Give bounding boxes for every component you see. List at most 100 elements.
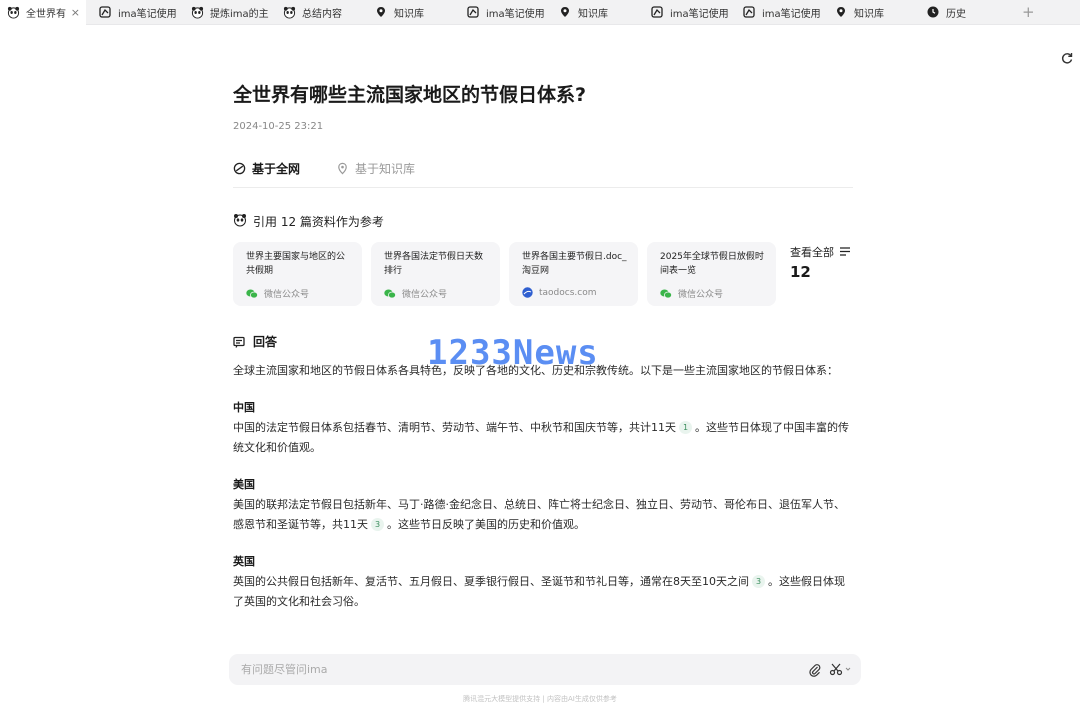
section-text: 。这些节日反映了美国的历史和价值观。 — [387, 518, 585, 531]
tab-ima-note[interactable]: ima笔记使用 — [454, 0, 546, 25]
list-menu-icon — [840, 246, 851, 259]
reference-card-source: 微信公众号 — [384, 287, 447, 300]
view-all-count: 12 — [790, 263, 811, 281]
answer-doc-icon — [233, 336, 245, 348]
section-text-usa: 美国的联邦法定节假日包括新年、马丁·路德·金纪念日、总统日、阵亡将士纪念日、独立… — [233, 495, 855, 535]
tab-ima-note[interactable]: ima笔记使用 — [638, 0, 730, 25]
browser-tab-bar: 全世界有 × ima笔记使用 提炼ima的主 总结内容 知识库 ima笔记使用 … — [0, 0, 1080, 25]
citation-badge[interactable]: 3 — [371, 518, 384, 531]
source-tabs: 基于全网 基于知识库 — [233, 158, 853, 188]
section-text-china: 中国的法定节假日体系包括春节、清明节、劳动节、端午节、中秋节和国庆节等，共计11… — [233, 418, 855, 458]
citation-badge[interactable]: 1 — [679, 421, 692, 434]
reference-card-title: 世界各国法定节假日天数排行 — [384, 252, 484, 276]
ima-note-icon — [98, 5, 112, 19]
tab-web[interactable]: 基于全网 — [233, 158, 300, 178]
reference-card[interactable]: 2025年全球节假日放假时间表一览 微信公众号 — [647, 242, 776, 306]
panda-icon — [233, 213, 247, 230]
location-pin-icon — [338, 162, 347, 174]
reference-card-source-label: taodocs.com — [539, 287, 597, 298]
reference-card-source-label: 微信公众号 — [264, 290, 310, 300]
tab-ima-note[interactable]: ima笔记使用 — [86, 0, 178, 25]
history-clock-icon — [926, 5, 940, 19]
knowledge-pin-icon — [834, 5, 848, 19]
ask-bar — [229, 654, 861, 685]
tab-summary[interactable]: 总结内容 — [270, 0, 362, 25]
wechat-icon — [384, 289, 396, 299]
tools-button[interactable] — [829, 662, 851, 676]
new-tab-button[interactable]: + — [1022, 3, 1035, 21]
tab-label: 提炼ima的主 — [210, 8, 269, 20]
tab-web-label: 基于全网 — [252, 161, 301, 176]
page-title: 全世界有哪些主流国家地区的节假日体系? — [233, 84, 587, 106]
refresh-button[interactable] — [1057, 48, 1077, 68]
reference-card-title: 世界主要国家与地区的公共假期 — [246, 252, 346, 276]
knowledge-pin-icon — [558, 5, 572, 19]
reference-card-title: 世界各国主要节假日.doc_淘豆网 — [522, 252, 627, 276]
reference-card-source-label: 微信公众号 — [402, 290, 448, 300]
tab-label: 知识库 — [854, 8, 884, 20]
answer-heading: 回答 — [233, 333, 277, 350]
tab-refine[interactable]: 提炼ima的主 — [178, 0, 270, 25]
answer-body: 全球主流国家和地区的节假日体系各具特色，反映了各地的文化、历史和宗教传统。以下是… — [233, 361, 855, 629]
tab-knowledge-base[interactable]: 知识库 — [822, 0, 914, 25]
web-icon — [233, 162, 246, 174]
section-text: 中国的法定节假日体系包括春节、清明节、劳动节、端午节、中秋节和国庆节等，共计11… — [233, 421, 676, 434]
panda-icon — [282, 5, 296, 19]
tab-knowledge-label: 基于知识库 — [355, 161, 416, 176]
wechat-icon — [246, 289, 258, 299]
tab-label: 总结内容 — [302, 8, 342, 20]
footer-disclaimer: 腾讯混元大模型提供支持 | 内容由AI生成仅供参考 — [463, 695, 617, 703]
tab-label: ima笔记使用 — [670, 8, 729, 20]
reference-card-source: 微信公众号 — [660, 287, 723, 300]
reference-card-source: taodocs.com — [522, 287, 597, 298]
reference-card[interactable]: 世界各国法定节假日天数排行 微信公众号 — [371, 242, 500, 306]
scissors-icon — [829, 663, 843, 676]
section-text-uk: 英国的公共假日包括新年、复活节、五月假日、夏季银行假日、圣诞节和节礼日等，通常在… — [233, 572, 855, 612]
tab-close-icon[interactable]: × — [71, 6, 80, 19]
refresh-icon — [1061, 53, 1073, 64]
tab-current[interactable]: 全世界有 × — [0, 0, 86, 25]
attach-button[interactable] — [809, 662, 821, 681]
citation-badge[interactable]: 3 — [752, 575, 765, 588]
panda-icon — [6, 5, 20, 19]
wechat-icon — [660, 289, 672, 299]
references-heading-text: 引用 12 篇资料作为参考 — [253, 215, 384, 229]
view-all-references[interactable]: 查看全部 12 — [790, 244, 851, 281]
tab-knowledge[interactable]: 基于知识库 — [336, 158, 415, 178]
knowledge-pin-icon — [374, 5, 388, 19]
tab-ima-note[interactable]: ima笔记使用 — [730, 0, 822, 25]
watermark: 1233News — [427, 333, 599, 373]
tab-label: ima笔记使用 — [118, 8, 177, 20]
tab-history[interactable]: 历史 — [914, 0, 1006, 25]
ima-note-icon — [650, 5, 664, 19]
section-text: 英国的公共假日包括新年、复活节、五月假日、夏季银行假日、圣诞节和节礼日等，通常在… — [233, 575, 749, 588]
paperclip-icon — [809, 664, 821, 677]
tab-knowledge-base[interactable]: 知识库 — [362, 0, 454, 25]
tab-label: ima笔记使用 — [486, 8, 545, 20]
tab-label: 全世界有 — [26, 8, 66, 20]
references-heading: 引用 12 篇资料作为参考 — [233, 213, 384, 230]
chevron-down-icon — [845, 667, 851, 671]
reference-card-source: 微信公众号 — [246, 287, 309, 300]
ima-note-icon — [466, 5, 480, 19]
view-all-label: 查看全部 — [790, 246, 834, 259]
reference-card-title: 2025年全球节假日放假时间表一览 — [660, 252, 764, 276]
panda-icon — [190, 5, 204, 19]
reference-cards: 世界主要国家与地区的公共假期 微信公众号 世界各国法定节假日天数排行 微信公众号… — [233, 242, 785, 306]
tab-label: 知识库 — [394, 8, 424, 20]
tab-knowledge-base[interactable]: 知识库 — [546, 0, 638, 25]
tab-label: 历史 — [946, 8, 966, 20]
tab-label: ima笔记使用 — [762, 8, 821, 20]
tab-label: 知识库 — [578, 8, 608, 20]
page-date: 2024-10-25 23:21 — [233, 121, 324, 132]
question-input[interactable] — [241, 663, 781, 676]
taodocs-icon — [522, 287, 533, 298]
answer-heading-text: 回答 — [253, 335, 278, 349]
reference-card[interactable]: 世界各国主要节假日.doc_淘豆网 taodocs.com — [509, 242, 638, 306]
view-all-label-row: 查看全部 — [790, 244, 851, 260]
section-heading-china: 中国 — [233, 401, 255, 414]
reference-card-source-label: 微信公众号 — [678, 290, 724, 300]
reference-card[interactable]: 世界主要国家与地区的公共假期 微信公众号 — [233, 242, 362, 306]
section-heading-usa: 美国 — [233, 478, 255, 491]
ima-note-icon — [742, 5, 756, 19]
